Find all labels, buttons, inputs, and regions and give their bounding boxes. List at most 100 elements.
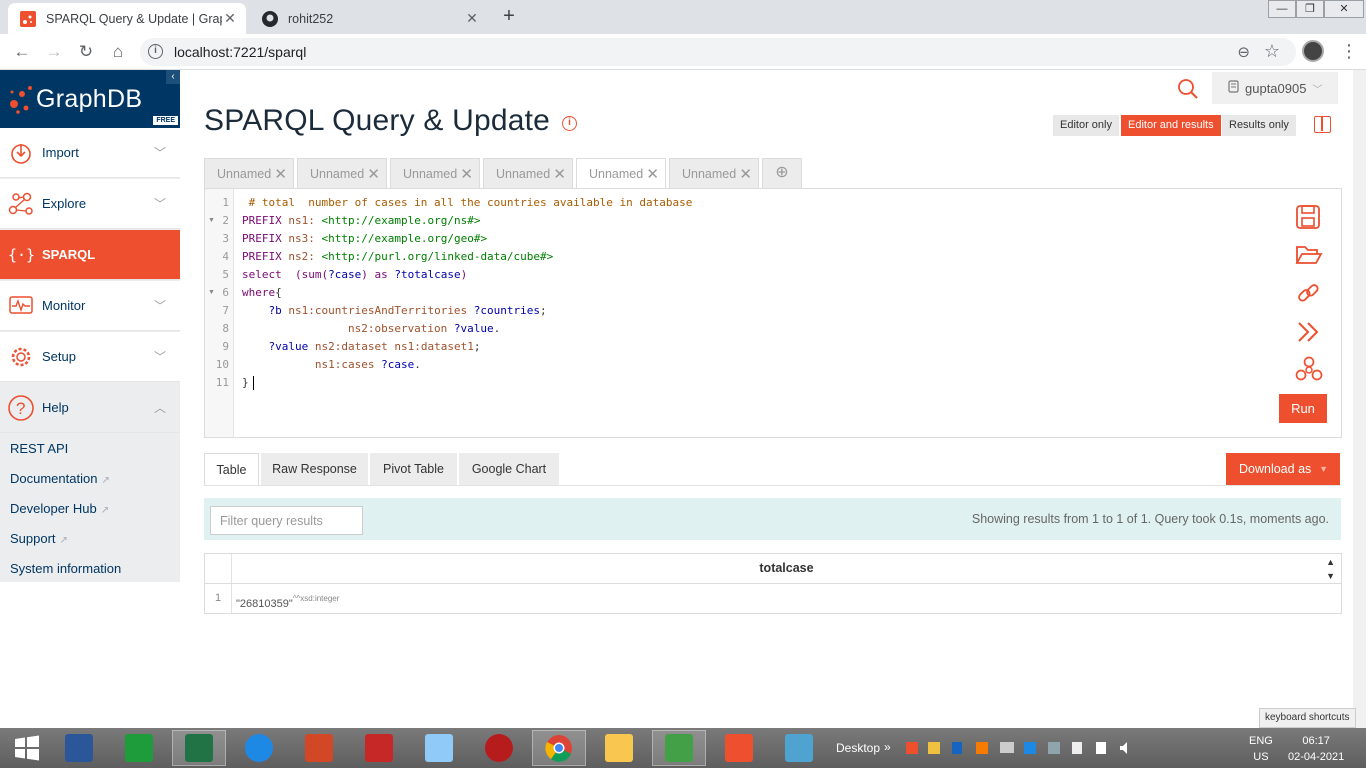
user-menu[interactable]: gupta0905 ﹀ (1212, 72, 1338, 104)
browser-tab-graphdb[interactable]: SPARQL Query & Update | Graph ✕ (8, 3, 246, 34)
help-link-support[interactable]: Support ↗ (10, 531, 68, 546)
open-folder-icon[interactable] (1295, 243, 1323, 270)
notes-icon[interactable] (412, 730, 466, 766)
close-icon[interactable]: ✕ (274, 165, 287, 183)
new-tab-button[interactable]: + (496, 6, 522, 28)
query-tab[interactable]: Unnamed ✕ (297, 158, 387, 188)
visual-graph-icon[interactable] (1295, 356, 1323, 385)
sidebar-item-explore[interactable]: Explore ﹀ (0, 179, 180, 229)
start-button[interactable] (0, 730, 54, 766)
file-explorer-icon[interactable] (592, 730, 646, 766)
address-bar[interactable]: i localhost:7221/sparql ⊖ ☆ (140, 38, 1296, 66)
browser-tab-github[interactable]: rohit252 ✕ (250, 3, 488, 34)
query-tab[interactable]: Unnamed ✕ (390, 158, 480, 188)
chrome-icon[interactable] (532, 730, 586, 766)
excel-icon[interactable] (172, 730, 226, 766)
maximize-button[interactable]: ❐ (1296, 0, 1324, 18)
minimize-button[interactable]: — (1268, 0, 1296, 18)
forward-arrow-icon[interactable]: → (42, 40, 66, 64)
browser-menu-icon[interactable]: ⋮ (1340, 40, 1358, 62)
result-cell[interactable]: "26810359"^^xsd:integer (231, 584, 1341, 613)
link-icon[interactable] (1295, 281, 1321, 310)
system-clock[interactable]: 06:17 02-04-2021 (1288, 733, 1344, 765)
page-scrollbar[interactable] (1353, 70, 1366, 728)
editor-only-button[interactable]: Editor only (1053, 115, 1119, 136)
reload-icon[interactable]: ↻ (74, 40, 98, 64)
network-app-icon[interactable] (472, 730, 526, 766)
help-link-rest-api[interactable]: REST API (10, 441, 68, 456)
close-icon[interactable]: ✕ (739, 165, 752, 183)
graphdb-logo[interactable]: GraphDB FREE ‹ (0, 70, 180, 128)
spreadsheet-icon[interactable] (112, 730, 166, 766)
query-tab-active[interactable]: Unnamed ✕ (576, 158, 666, 189)
sidebar-item-import[interactable]: Import ﹀ (0, 128, 180, 178)
sidebar-item-monitor[interactable]: Monitor ﹀ (0, 281, 180, 331)
close-icon[interactable]: ✕ (367, 165, 380, 183)
add-query-tab-icon[interactable]: ⊕ (762, 158, 802, 188)
presentation-icon[interactable] (292, 730, 346, 766)
editor-and-results-button[interactable]: Editor and results (1121, 115, 1221, 136)
system-tray-icons[interactable] (906, 740, 1142, 756)
close-icon[interactable]: ✕ (553, 165, 566, 183)
code-line-comment[interactable]: # total number of cases in all the count… (242, 196, 693, 209)
query-tab[interactable]: Unnamed ✕ (204, 158, 294, 188)
column-header-totalcase[interactable]: totalcase ▲ ▼ (231, 554, 1341, 583)
close-icon[interactable]: ✕ (460, 165, 473, 183)
help-link-developer-hub[interactable]: Developer Hub ↗ (10, 501, 109, 516)
tab-table[interactable]: Table (204, 453, 259, 486)
pdf-reader-icon[interactable] (352, 730, 406, 766)
layout-toggle-icon[interactable] (1314, 116, 1331, 133)
info-icon[interactable]: i (562, 116, 577, 131)
sidebar-item-help[interactable]: ? Help ︿ (0, 383, 180, 433)
url-text[interactable]: localhost:7221/sparql (174, 44, 306, 60)
home-icon[interactable]: ⌂ (106, 40, 130, 64)
code-line-where[interactable]: where{ (242, 286, 282, 299)
tab-raw-response[interactable]: Raw Response (261, 453, 368, 485)
close-icon[interactable]: ✕ (646, 165, 659, 183)
close-tab-icon[interactable]: ✕ (464, 10, 480, 27)
filter-results-input[interactable] (210, 506, 363, 535)
sidebar-item-setup[interactable]: Setup ﹀ (0, 332, 180, 382)
sidebar-item-sparql[interactable]: {·} SPARQL (0, 230, 180, 280)
code-line-triple-4[interactable]: ns1:cases ?case. (242, 358, 421, 371)
help-link-documentation[interactable]: Documentation ↗ (10, 471, 110, 486)
editor-app-icon[interactable] (652, 730, 706, 766)
query-tab[interactable]: Unnamed ✕ (669, 158, 759, 188)
save-query-icon[interactable] (1295, 204, 1321, 233)
bookmark-star-icon[interactable]: ☆ (1264, 41, 1280, 62)
sparql-editor[interactable]: 1 ▼ 2 3 4 5 ▼ 6 7 8 9 10 11 # total numb… (204, 188, 1342, 438)
code-line-select[interactable]: select (sum(?case) as ?totalcase) (242, 268, 467, 281)
desktop-toolbar-label[interactable]: Desktop (836, 741, 880, 755)
tab-google-chart[interactable]: Google Chart (459, 453, 559, 485)
download-as-button[interactable]: Download as ▼ (1226, 453, 1340, 485)
keyboard-shortcuts-link[interactable]: keyboard shortcuts (1259, 708, 1356, 728)
tab-pivot-table[interactable]: Pivot Table (370, 453, 457, 485)
code-line-close[interactable]: } (242, 376, 254, 390)
collapse-sidebar-button[interactable]: ‹ (166, 70, 180, 84)
site-info-icon[interactable]: i (148, 44, 163, 59)
close-tab-icon[interactable]: ✕ (222, 10, 238, 27)
results-only-button[interactable]: Results only (1222, 115, 1296, 136)
expand-chevrons-icon[interactable] (1295, 320, 1321, 347)
profile-avatar[interactable] (1302, 40, 1324, 62)
run-button[interactable]: Run (1279, 394, 1327, 423)
photo-viewer-icon[interactable] (772, 730, 826, 766)
search-icon[interactable] (1177, 78, 1199, 103)
code-line-triple-1[interactable]: ?b ns1:countriesAndTerritories ?countrie… (242, 304, 546, 317)
code-line-triple-2[interactable]: ns2:observation ?value. (242, 322, 500, 335)
query-tab[interactable]: Unnamed ✕ (483, 158, 573, 188)
toolbar-expand-icon[interactable]: » (884, 740, 891, 756)
close-window-button[interactable]: ✕ (1324, 0, 1364, 18)
code-line-triple-3[interactable]: ?value ns2:dataset ns1:dataset1; (242, 340, 480, 353)
zoom-icon[interactable]: ⊖ (1237, 43, 1250, 61)
graphdb-app-icon[interactable] (712, 730, 766, 766)
code-line-prefix-ns1[interactable]: PREFIX ns1: <http://example.org/ns#> (242, 214, 480, 227)
code-line-prefix-ns3[interactable]: PREFIX ns3: <http://example.org/geo#> (242, 232, 487, 245)
sort-icon[interactable]: ▲ ▼ (1326, 554, 1335, 583)
help-link-system-information[interactable]: System information (10, 561, 121, 576)
back-arrow-icon[interactable]: ← (10, 40, 34, 64)
code-line-prefix-ns2[interactable]: PREFIX ns2: <http://purl.org/linked-data… (242, 250, 553, 263)
language-indicator[interactable]: ENG US (1249, 733, 1273, 765)
word-icon[interactable] (52, 730, 106, 766)
internet-explorer-icon[interactable] (232, 730, 286, 766)
